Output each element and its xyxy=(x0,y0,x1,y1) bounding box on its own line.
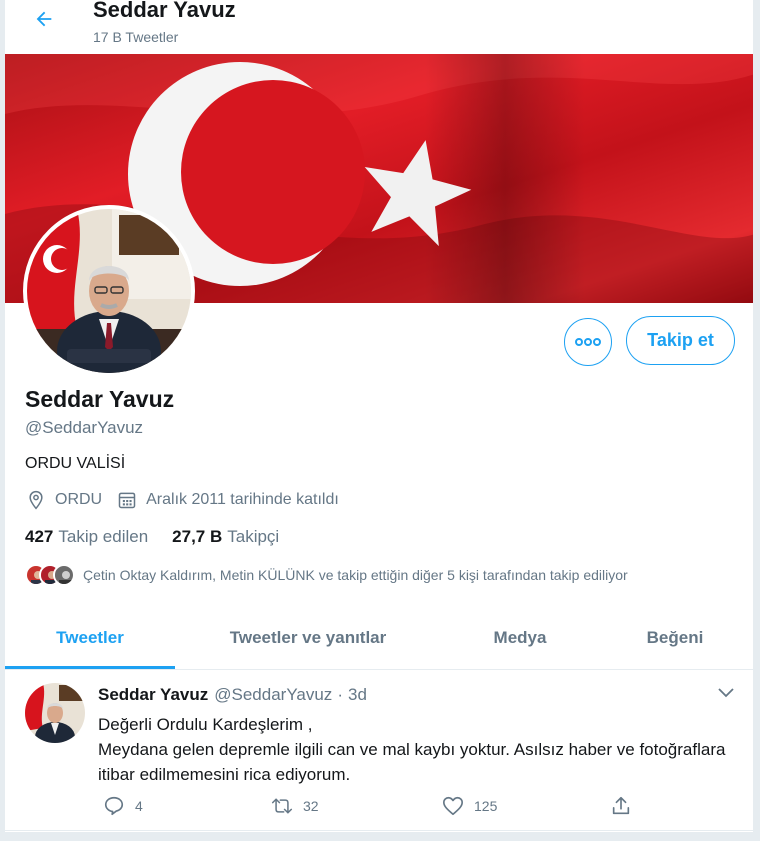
back-button[interactable] xyxy=(29,6,59,36)
like-count: 125 xyxy=(474,798,498,814)
location-text: ORDU xyxy=(55,491,103,508)
retweet-button[interactable]: 32 xyxy=(271,795,319,817)
more-options-icon xyxy=(575,333,601,351)
followers-count: 27,7 B xyxy=(172,527,223,546)
profile-meta: ORDU Aralık 2011 tarihinde katıldı xyxy=(25,489,353,511)
tab-likes[interactable]: Beğeni xyxy=(630,608,720,668)
calendar-icon xyxy=(116,489,138,511)
tweet-text: Değerli Ordulu Kardeşlerim , Meydana gel… xyxy=(98,712,728,787)
reply-button[interactable]: 4 xyxy=(103,795,143,817)
location-pin-icon xyxy=(25,489,47,511)
tweet-actions: 4 32 125 xyxy=(98,795,658,821)
followers-link[interactable]: 27,7 B Takipçi xyxy=(172,527,279,547)
tweet-separator: · xyxy=(337,685,343,704)
followed-by-text: Çetin Oktay Kaldırım, Metin KÜLÜNK ve ta… xyxy=(83,567,628,583)
tab-tweets[interactable]: Tweetler xyxy=(5,608,175,668)
profile-page: Seddar Yavuz 17 B Tweetler Takip et Sedd… xyxy=(4,0,754,841)
tweet-author-handle[interactable]: @SeddarYavuz xyxy=(214,685,332,705)
tweet-menu-button[interactable] xyxy=(715,683,737,705)
share-button[interactable] xyxy=(610,795,642,817)
tweet-text-line: Değerli Ordulu Kardeşlerim , xyxy=(98,715,313,734)
profile-bio: ORDU VALİSİ xyxy=(25,455,126,472)
following-link[interactable]: 427 Takip edilen xyxy=(25,527,148,547)
header-title: Seddar Yavuz xyxy=(93,0,236,22)
tweet-header: Seddar Yavuz @SeddarYavuz · 3d xyxy=(98,685,367,705)
tab-media[interactable]: Medya xyxy=(470,608,570,668)
active-tab-indicator xyxy=(5,666,175,669)
tweet-text-line: Meydana gelen depremle ilgili can ve mal… xyxy=(98,740,726,784)
join-date-text: Aralık 2011 tarihinde katıldı xyxy=(146,491,339,508)
retweet-count: 32 xyxy=(303,798,319,814)
retweet-icon xyxy=(271,795,293,817)
profile-header: Seddar Yavuz 17 B Tweetler xyxy=(5,0,753,54)
followed-by[interactable]: Çetin Oktay Kaldırım, Metin KÜLÜNK ve ta… xyxy=(25,564,628,586)
tweet-avatar[interactable] xyxy=(25,683,85,743)
share-icon xyxy=(610,795,632,817)
join-date: Aralık 2011 tarihinde katıldı xyxy=(116,489,339,511)
tweet-author-name[interactable]: Seddar Yavuz xyxy=(98,685,208,705)
profile-name: Seddar Yavuz xyxy=(25,386,175,412)
reply-count: 4 xyxy=(135,798,143,814)
followers-label: Takipçi xyxy=(227,527,280,546)
like-button[interactable]: 125 xyxy=(442,795,497,817)
following-label: Takip edilen xyxy=(58,527,149,546)
reply-icon xyxy=(103,795,125,817)
timeline-divider xyxy=(5,832,753,841)
tweet-count: 17 B Tweetler xyxy=(93,29,179,45)
tweet[interactable]: Seddar Yavuz @SeddarYavuz · 3d Değerli O… xyxy=(5,671,753,831)
profile-handle: @SeddarYavuz xyxy=(25,418,144,437)
follow-stats: 427 Takip edilen 27,7 B Takipçi xyxy=(25,527,303,547)
tweet-time[interactable]: 3d xyxy=(348,685,367,705)
follow-button[interactable]: Takip et xyxy=(626,316,735,365)
more-options-button[interactable] xyxy=(564,318,612,366)
heart-icon xyxy=(442,795,464,817)
profile-avatar[interactable] xyxy=(23,205,195,377)
following-count: 427 xyxy=(25,527,54,546)
location: ORDU xyxy=(25,489,102,511)
follower-avatar xyxy=(53,564,75,586)
profile-tabs: Tweetler Tweetler ve yanıtlar Medya Beğe… xyxy=(5,608,753,670)
chevron-down-icon xyxy=(718,685,734,703)
tab-tweets-and-replies[interactable]: Tweetler ve yanıtlar xyxy=(203,608,413,668)
arrow-left-icon xyxy=(33,8,55,35)
